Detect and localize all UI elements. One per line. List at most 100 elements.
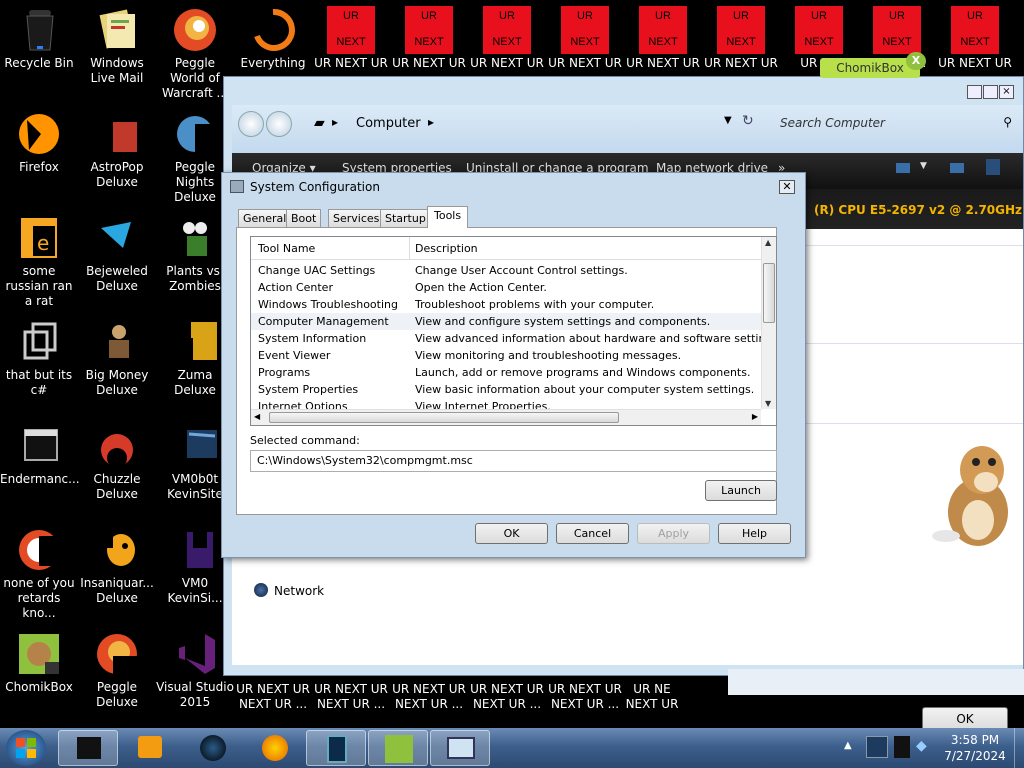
table-row[interactable]: Windows Troubleshooting Troubleshoot prob…	[251, 296, 761, 313]
desktop-icon-ur-next[interactable]: UR NEXT UR NEXT UR	[624, 6, 702, 71]
table-row[interactable]: Action Center Open the Action Center.	[251, 279, 761, 296]
ur-tile-icon: UR NEXT	[405, 6, 453, 54]
address-bar-area: ▰ ▸ Computer ▸ ▼ ↻ Search Computer ⚲	[232, 105, 1023, 153]
close-button[interactable]: ×	[999, 85, 1014, 99]
desktop-icon-ur-next[interactable]: UR NEXT UR NEXT UR ...	[234, 682, 312, 712]
bejeweled-icon	[93, 214, 141, 262]
taskbar-firefox[interactable]	[244, 730, 304, 766]
apply-button[interactable]: Apply	[637, 523, 710, 544]
desktop-icon-big-money[interactable]: Big Money Deluxe	[78, 318, 156, 398]
desktop-icon-endermanch[interactable]: Endermanc...	[0, 422, 80, 487]
ok-button[interactable]: OK	[475, 523, 548, 544]
history-dropdown-icon[interactable]: ▼	[724, 115, 732, 126]
taskbar-media-player[interactable]	[120, 730, 180, 766]
tools-list[interactable]: Tool Name Description Change UAC Setting…	[250, 236, 777, 426]
column-divider[interactable]	[409, 237, 410, 259]
desktop-icon-peggle-deluxe[interactable]: Peggle Deluxe	[78, 630, 156, 710]
maximize-button[interactable]	[983, 85, 998, 99]
chomikbox-close-button[interactable]: X	[906, 52, 926, 70]
desktop-icon-ur-next[interactable]: UR NEXT UR NEXT UR ...	[390, 682, 468, 712]
desktop-icon-windows-live-mail[interactable]: Windows Live Mail	[78, 6, 156, 86]
refresh-icon[interactable]: ↻	[742, 113, 754, 129]
table-row[interactable]: Change UAC Settings Change User Account C…	[251, 262, 761, 279]
taskbar-msconfig[interactable]	[306, 730, 366, 766]
help-icon[interactable]	[986, 159, 1000, 175]
taskbar-vpn[interactable]	[182, 730, 242, 766]
desktop-icon-recycle-bin[interactable]: Recycle Bin	[0, 6, 78, 71]
tab-services[interactable]: Services	[328, 209, 385, 227]
network-label: Network	[274, 584, 325, 598]
desktop-icon-chomikbox[interactable]: ChomikBox	[0, 630, 78, 695]
desktop-icon-ur-next[interactable]: UR NEXT UR NEXT UR ...	[312, 682, 390, 712]
table-row[interactable]: Event Viewer View monitoring and troubles…	[251, 347, 761, 364]
breadcrumb-arrow-icon[interactable]: ▸	[332, 115, 338, 129]
desktop-icon-ur-next[interactable]: UR NEXT UR NEXT UR	[390, 6, 468, 71]
desktop-icon-ur-next[interactable]: UR NEXT UR NEXT UR	[312, 6, 390, 71]
search-icon[interactable]: ⚲	[1003, 115, 1012, 129]
desktop-icon-ur-next[interactable]: UR NEXT UR NEXT UR ...	[546, 682, 624, 712]
start-button[interactable]	[6, 730, 46, 766]
desktop-icon-ur-next[interactable]: UR NEXT UR NEXT UR ...	[468, 682, 546, 712]
table-row[interactable]: System Properties View basic information …	[251, 381, 761, 398]
forward-button[interactable]	[266, 111, 292, 137]
tab-general[interactable]: General	[238, 209, 292, 227]
minimize-button[interactable]	[967, 85, 982, 99]
desktop-icon-russian-rat[interactable]: e some russian ran a rat	[0, 214, 78, 309]
taskbar-explorer[interactable]	[58, 730, 118, 766]
desktop-icon-chuzzle[interactable]: Chuzzle Deluxe	[78, 422, 156, 502]
vertical-scrollbar[interactable]: ▲ ▼	[761, 237, 776, 409]
show-desktop-button[interactable]	[1014, 728, 1024, 768]
dialog-close-button[interactable]: ✕	[779, 180, 795, 194]
location-label[interactable]: Computer	[356, 116, 421, 131]
desktop-icon-insaniquarium[interactable]: Insaniquar... Deluxe	[78, 526, 156, 606]
view-options-icon[interactable]	[896, 163, 910, 173]
desktop-icon-ur-next[interactable]: UR NEXT UR NEXT UR	[468, 6, 546, 71]
clock[interactable]: 3:58 PM 7/27/2024	[940, 732, 1010, 764]
column-description[interactable]: Description	[415, 242, 478, 255]
firefox-icon	[15, 110, 63, 158]
speaker-icon[interactable]: ◆	[916, 738, 932, 756]
desktop-icon-astropop[interactable]: AstroPop Deluxe	[78, 110, 156, 190]
device-tray-icon[interactable]	[894, 736, 910, 758]
scroll-down-icon[interactable]: ▼	[765, 399, 771, 408]
preview-pane-icon[interactable]	[950, 163, 964, 173]
breadcrumb-arrow-icon[interactable]: ▸	[428, 115, 434, 129]
desktop-icon-ur-next[interactable]: UR NEXT UR NEXT UR	[936, 6, 1014, 71]
launch-button[interactable]: Launch	[705, 480, 777, 501]
desktop-icon-that-but-csharp[interactable]: that but its c#	[0, 318, 78, 398]
cancel-button[interactable]: Cancel	[556, 523, 629, 544]
tab-tools[interactable]: Tools	[427, 206, 469, 228]
desktop-icon-firefox[interactable]: Firefox	[0, 110, 78, 175]
scroll-up-icon[interactable]: ▲	[765, 238, 771, 247]
table-row[interactable]: Programs Launch, add or remove programs a…	[251, 364, 761, 381]
network-tray-icon[interactable]	[866, 736, 888, 758]
desktop-icon-ur-next[interactable]: UR NE NEXT UR	[624, 682, 680, 712]
firefox-icon	[262, 735, 288, 761]
taskbar-chomikbox[interactable]	[368, 730, 428, 766]
clock-time: 3:58 PM	[950, 733, 1000, 747]
show-hidden-icons-button[interactable]: ▲	[840, 728, 858, 768]
address-box[interactable]: ▰ ▸ Computer ▸	[310, 113, 680, 135]
horizontal-scrollbar[interactable]: ◀ ▶	[251, 409, 761, 425]
desktop-icon-ur-next[interactable]: UR NEXT UR NEXT UR	[546, 6, 624, 71]
desktop-icon-everything[interactable]: Everything	[234, 6, 312, 71]
selected-command-field[interactable]: C:\Windows\System32\compmgmt.msc	[250, 450, 777, 472]
tab-startup[interactable]: Startup	[380, 209, 431, 227]
view-dropdown-icon[interactable]: ▼	[920, 161, 927, 171]
table-row-selected[interactable]: Computer Management View and configure sy…	[251, 313, 761, 330]
help-button[interactable]: Help	[718, 523, 791, 544]
h-scrollbar-thumb[interactable]	[269, 412, 619, 423]
tab-boot[interactable]: Boot	[286, 209, 322, 227]
desktop-icon-bejeweled[interactable]: Bejeweled Deluxe	[78, 214, 156, 294]
desktop-icon-ur-next[interactable]: UR NEXT UR NEXT UR	[702, 6, 780, 71]
taskbar-remote[interactable]	[430, 730, 490, 766]
table-row[interactable]: System Information View advanced informat…	[251, 330, 776, 347]
desktop-icon-none-of-you[interactable]: none of you retards kno...	[0, 526, 78, 621]
scrollbar-thumb[interactable]	[763, 263, 775, 323]
scroll-left-icon[interactable]: ◀	[254, 412, 260, 421]
back-button[interactable]	[238, 111, 264, 137]
search-box[interactable]: Search Computer ⚲	[772, 111, 1016, 135]
column-tool-name[interactable]: Tool Name	[258, 242, 315, 255]
chomikbox-popup[interactable]: ChomikBox	[820, 58, 920, 78]
scroll-right-icon[interactable]: ▶	[752, 412, 758, 421]
